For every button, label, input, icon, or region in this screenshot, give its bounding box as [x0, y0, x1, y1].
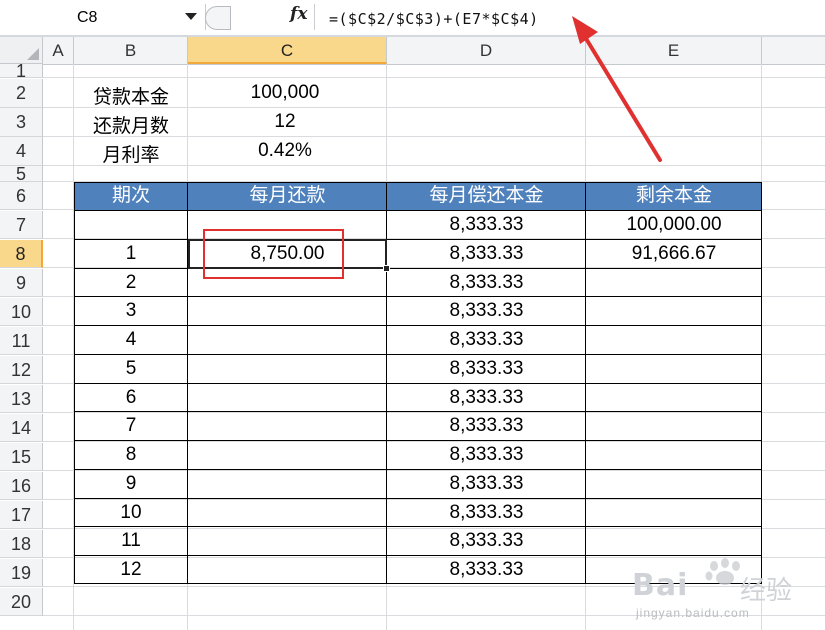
row-header-19[interactable]: 19 — [0, 559, 43, 587]
fx-icon[interactable]: fx — [290, 4, 307, 24]
row-header-7[interactable]: 7 — [0, 211, 43, 239]
formula-bar-grip[interactable] — [205, 6, 231, 30]
row-header-15[interactable]: 15 — [0, 443, 43, 471]
watermark-brand-cn: 经验 — [740, 575, 793, 605]
row-header-9[interactable]: 9 — [0, 269, 43, 297]
column-header-c[interactable]: C — [188, 37, 387, 64]
months-label[interactable]: 还款月数 — [76, 111, 186, 138]
row-header-12[interactable]: 12 — [0, 356, 43, 384]
annotation-highlight-box — [203, 229, 344, 279]
gridline-row-1 — [43, 77, 825, 78]
column-header-b[interactable]: B — [74, 37, 188, 64]
principal-value[interactable]: 100,000 — [200, 82, 370, 104]
row-header-20[interactable]: 20 — [0, 588, 43, 616]
chevron-down-icon[interactable] — [185, 13, 197, 20]
red-arrow-icon — [572, 16, 662, 162]
row-header-10[interactable]: 10 — [0, 298, 43, 326]
name-box-value[interactable]: C8 — [77, 9, 97, 27]
column-header-d[interactable]: D — [387, 37, 586, 64]
fill-handle[interactable] — [383, 265, 390, 272]
rate-label[interactable]: 月利率 — [76, 140, 186, 167]
column-header-next[interactable] — [762, 37, 825, 64]
row-header-11[interactable]: 11 — [0, 327, 43, 355]
row-header-4[interactable]: 4 — [0, 137, 43, 166]
table-frame — [74, 182, 762, 584]
row-header-17[interactable]: 17 — [0, 501, 43, 529]
formula-bar: C8 fx =($C$2/$C$3)+(E7*$C$4) — [0, 0, 825, 36]
principal-label[interactable]: 贷款本金 — [76, 82, 186, 109]
baidu-watermark: Bai 经验 jingyan.baidu.com — [632, 558, 822, 628]
column-header-a[interactable]: A — [43, 37, 74, 64]
watermark-url: jingyan.baidu.com — [636, 606, 750, 620]
select-all-corner-icon[interactable] — [0, 37, 43, 64]
row-header-5[interactable]: 5 — [0, 166, 43, 182]
row-header-13[interactable]: 13 — [0, 385, 43, 413]
row-header-2[interactable]: 2 — [0, 79, 43, 108]
row-header-3[interactable]: 3 — [0, 108, 43, 137]
formula-text[interactable]: =($C$2/$C$3)+(E7*$C$4) — [329, 10, 539, 28]
rate-value[interactable]: 0.42% — [200, 140, 370, 162]
name-box[interactable]: C8 — [0, 4, 206, 30]
row-header-16[interactable]: 16 — [0, 472, 43, 500]
row-header-6[interactable]: 6 — [0, 182, 43, 210]
months-value[interactable]: 12 — [200, 111, 370, 133]
row-header-1[interactable]: 1 — [0, 64, 43, 78]
row-header-8[interactable]: 8 — [0, 240, 43, 268]
watermark-brand: Bai — [632, 568, 689, 603]
row-header-14[interactable]: 14 — [0, 414, 43, 442]
row-header-18[interactable]: 18 — [0, 530, 43, 558]
